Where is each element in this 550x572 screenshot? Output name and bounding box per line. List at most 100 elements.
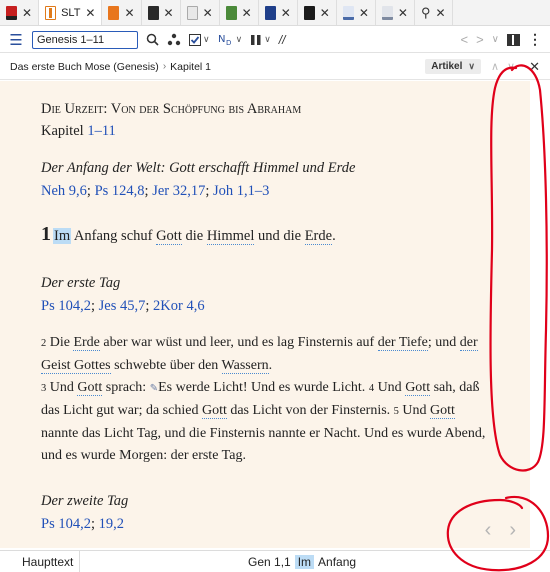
toolbar: ☰ ∨ ND ∨ ∨ // < > ∨ ⋮ <box>0 27 550 53</box>
tab-4[interactable]: ✕ <box>142 0 181 25</box>
status-current-word: Im <box>294 554 315 569</box>
word-link[interactable]: der Tiefe <box>377 334 428 351</box>
verse-text: Und <box>398 402 431 418</box>
word-link[interactable]: Erde <box>73 334 100 351</box>
scrollbar-track[interactable] <box>530 81 550 548</box>
cross-ref-link[interactable]: Joh 1,1–3 <box>213 183 269 199</box>
next-page-icon[interactable]: › <box>509 519 516 542</box>
word-link[interactable]: Himmel <box>206 227 255 245</box>
text-content: Die Urzeit: Von der Schöpfung bis Abraha… <box>41 99 486 536</box>
close-icon[interactable]: ✕ <box>164 7 174 19</box>
view-mode-dropdown[interactable]: Artikel ∨ <box>425 59 481 74</box>
verse-text: die <box>181 227 207 244</box>
close-icon[interactable]: ✕ <box>529 59 540 75</box>
breadcrumb-book[interactable]: Das erste Buch Mose (Genesis) <box>10 61 159 73</box>
pericope-heading: Der zweite Tag <box>41 492 129 509</box>
page-navigation: ‹ › <box>485 519 516 542</box>
tab-8[interactable]: ✕ <box>298 0 337 25</box>
cross-ref-link[interactable]: Ps 104,2 <box>41 516 91 532</box>
history-dropdown-icon[interactable]: ∨ <box>492 34 499 45</box>
reading-pane[interactable]: Die Urzeit: Von der Schöpfung bis Abraha… <box>0 81 530 548</box>
chevron-up-icon[interactable]: ∧ <box>491 60 499 73</box>
tab-5[interactable]: ✕ <box>181 0 220 25</box>
book-gray-icon <box>186 5 198 20</box>
close-icon[interactable]: ✕ <box>203 7 213 19</box>
verse-text: Anfang schuf <box>71 227 157 244</box>
word-link[interactable]: Gott <box>156 227 182 245</box>
selected-word[interactable]: Im <box>53 227 72 244</box>
cross-ref-link[interactable]: Neh 9,6 <box>41 183 87 199</box>
previous-page-icon[interactable]: ‹ <box>485 519 492 542</box>
word-link[interactable]: Wassern <box>221 357 269 374</box>
verse-number: 1 <box>41 222 51 245</box>
breadcrumb-chapter[interactable]: Kapitel 1 <box>170 61 211 73</box>
tab-6[interactable]: ✕ <box>220 0 259 25</box>
search-icon[interactable] <box>146 33 159 46</box>
sync-icon[interactable]: // <box>279 33 286 47</box>
word-link[interactable]: Gott <box>405 380 431 397</box>
tab-3[interactable]: ✕ <box>102 0 142 25</box>
close-icon[interactable]: ✕ <box>281 7 291 19</box>
tab-10[interactable]: ✕ <box>376 0 415 25</box>
book-orange-icon <box>108 5 120 20</box>
columns-icon[interactable]: ∨ <box>250 34 271 46</box>
cross-references: Neh 9,6; Ps 124,8; Jer 32,17; Joh 1,1–3 <box>41 183 270 200</box>
svg-text:N: N <box>218 34 225 45</box>
close-icon[interactable]: ✕ <box>22 7 32 19</box>
close-icon[interactable]: ✕ <box>436 7 446 19</box>
chapter-range-link[interactable]: 1–11 <box>87 123 115 139</box>
word-link[interactable]: Gott <box>430 402 455 419</box>
tab-strip: ✕ SLT ✕ ✕ ✕ ✕ ✕ ✕ ✕ ✕ ✕ ⚲ ✕ <box>0 0 550 26</box>
word-link[interactable]: Erde <box>304 227 333 245</box>
close-icon[interactable]: ✕ <box>85 7 95 19</box>
close-icon[interactable]: ✕ <box>242 7 252 19</box>
text-type-label[interactable]: Haupttext <box>0 550 80 572</box>
pericope-heading: Der erste Tag <box>41 274 121 291</box>
word-link[interactable]: Gott <box>201 402 227 419</box>
cross-ref-link[interactable]: Jes 45,7 <box>99 298 146 314</box>
chevron-down-icon: ∨ <box>264 34 271 44</box>
verse-text: nannte das Licht Tag, und die Finsternis… <box>41 425 486 464</box>
footnote-icon[interactable]: ✎ <box>150 383 158 394</box>
cross-ref-link[interactable]: Ps 104,2 <box>41 298 91 314</box>
book-black-icon <box>303 5 315 20</box>
word-link[interactable]: Gott <box>77 380 103 397</box>
tab-9[interactable]: ✕ <box>337 0 376 25</box>
strongs-icon[interactable]: ND ∨ <box>218 33 243 46</box>
verse-text: ; und <box>427 334 460 350</box>
notes-icon <box>342 5 354 20</box>
tab-2[interactable]: SLT ✕ <box>39 0 103 25</box>
close-icon[interactable]: ✕ <box>398 7 408 19</box>
status-next-word: Anfang <box>318 554 357 569</box>
book-green-icon <box>225 5 237 20</box>
tab-11[interactable]: ⚲ ✕ <box>415 0 453 25</box>
verse-text: . <box>268 357 273 373</box>
bible-orange-icon <box>45 5 57 20</box>
chevron-down-icon: ∨ <box>468 61 475 71</box>
close-icon[interactable]: ✕ <box>320 7 330 19</box>
reference-input[interactable] <box>32 30 138 49</box>
tab-7[interactable]: ✕ <box>259 0 298 25</box>
cross-ref-link[interactable]: Ps 124,8 <box>95 183 145 199</box>
chevron-down-icon[interactable]: ∨ <box>507 60 515 73</box>
verses-paragraph: 2 Die Erde aber war wüst und leer, und e… <box>41 332 486 468</box>
verse-text: Und <box>46 380 78 396</box>
verse-text: Die <box>46 334 74 350</box>
book-navy-icon <box>264 5 276 20</box>
cross-ref-link[interactable]: Jer 32,17 <box>152 183 205 199</box>
cross-ref-link[interactable]: 19,2 <box>99 516 124 532</box>
more-vertical-icon[interactable]: ⋮ <box>528 31 542 48</box>
verse-text: Es werde Licht! Und es wurde Licht. <box>158 380 369 396</box>
cross-ref-link[interactable]: 2Kor 4,6 <box>153 298 205 314</box>
verse-text: das Licht von der Finsternis. <box>226 402 394 418</box>
close-icon[interactable]: ✕ <box>124 7 134 19</box>
tab-1[interactable]: ✕ <box>0 0 40 25</box>
menu-icon[interactable]: ☰ <box>8 31 24 49</box>
close-icon[interactable]: ✕ <box>359 7 369 19</box>
history-forward-icon[interactable]: > <box>476 32 484 47</box>
status-verse-ref: Gen 1,1 <box>248 554 291 569</box>
history-back-icon[interactable]: < <box>460 32 468 47</box>
panel-layout-icon[interactable] <box>507 33 520 46</box>
checkbox-icon[interactable]: ∨ <box>189 33 210 46</box>
parallel-icon[interactable] <box>167 33 181 46</box>
